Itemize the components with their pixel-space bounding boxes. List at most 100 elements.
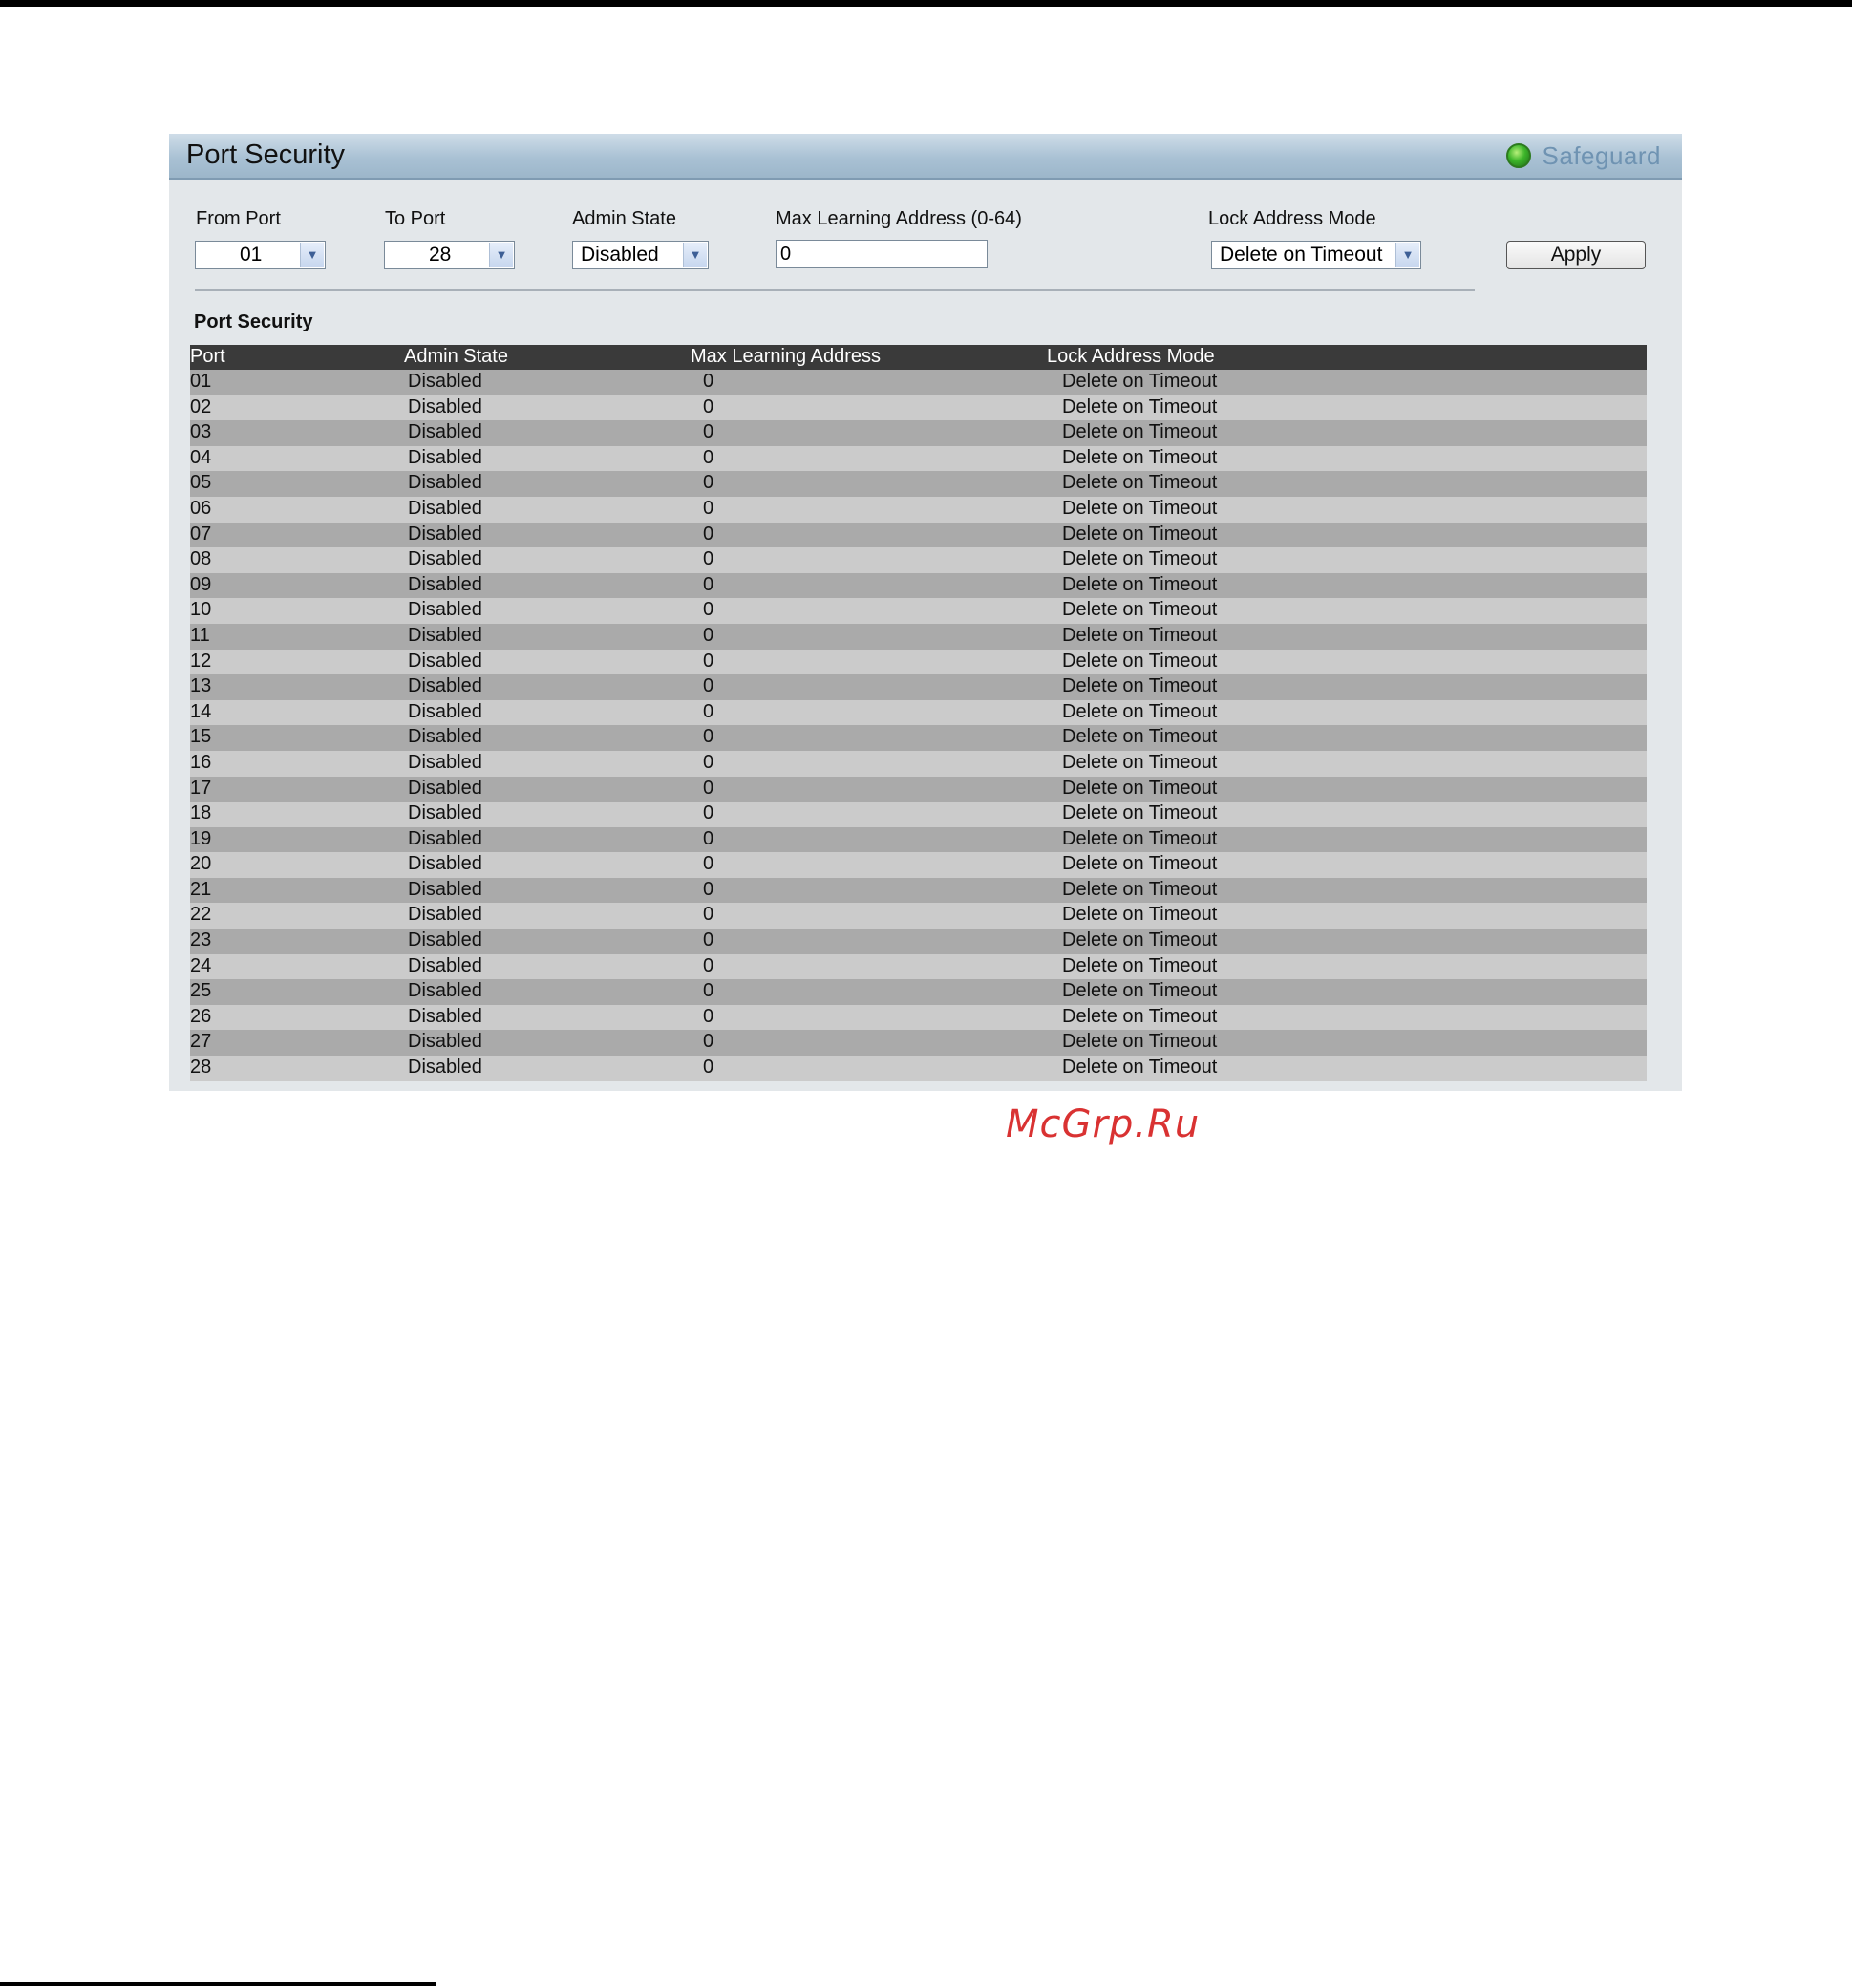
top-rule	[0, 0, 1852, 7]
cell-max-learning: 0	[703, 878, 714, 900]
cell-max-learning: 0	[703, 853, 714, 875]
cell-admin-state: Disabled	[408, 624, 482, 646]
cell-lock-mode: Delete on Timeout	[1062, 523, 1218, 545]
apply-button[interactable]: Apply	[1506, 241, 1646, 269]
chevron-down-icon[interactable]: ▼	[300, 243, 324, 267]
column-header-admin-state: Admin State	[404, 346, 508, 367]
lock-mode-value: Delete on Timeout	[1220, 244, 1383, 266]
cell-max-learning: 0	[703, 930, 714, 951]
cell-port: 06	[190, 497, 212, 519]
cell-max-learning: 0	[703, 421, 714, 443]
chevron-down-icon[interactable]: ▼	[683, 243, 707, 267]
cell-admin-state: Disabled	[408, 371, 482, 392]
cell-lock-mode: Delete on Timeout	[1062, 599, 1218, 621]
page-title: Port Security	[186, 139, 345, 170]
cell-lock-mode: Delete on Timeout	[1062, 700, 1218, 722]
max-learning-label: Max Learning Address (0-64)	[776, 208, 1022, 229]
max-learning-input[interactable]	[776, 240, 988, 268]
cell-max-learning: 0	[703, 650, 714, 672]
cell-max-learning: 0	[703, 904, 714, 926]
cell-max-learning: 0	[703, 980, 714, 1002]
cell-lock-mode: Delete on Timeout	[1062, 930, 1218, 951]
table-row: 04 Disabled 0 Delete on Timeout	[190, 445, 1647, 472]
table-row: 14 Disabled 0 Delete on Timeout	[190, 699, 1647, 726]
cell-max-learning: 0	[703, 548, 714, 570]
cell-admin-state: Disabled	[408, 599, 482, 621]
lock-mode-select[interactable]: Delete on Timeout ▼	[1211, 241, 1421, 269]
bottom-rule	[0, 1982, 436, 1986]
cell-lock-mode: Delete on Timeout	[1062, 853, 1218, 875]
cell-admin-state: Disabled	[408, 980, 482, 1002]
cell-lock-mode: Delete on Timeout	[1062, 802, 1218, 824]
cell-lock-mode: Delete on Timeout	[1062, 395, 1218, 417]
cell-port: 18	[190, 802, 212, 824]
cell-admin-state: Disabled	[408, 904, 482, 926]
cell-admin-state: Disabled	[408, 726, 482, 748]
table-row: 01 Disabled 0 Delete on Timeout	[190, 370, 1647, 395]
cell-lock-mode: Delete on Timeout	[1062, 675, 1218, 697]
cell-admin-state: Disabled	[408, 650, 482, 672]
cell-port: 26	[190, 1005, 212, 1027]
status-light-icon	[1505, 143, 1531, 168]
table-row: 13 Disabled 0 Delete on Timeout	[190, 674, 1647, 700]
table-row: 12 Disabled 0 Delete on Timeout	[190, 649, 1647, 675]
table-row: 05 Disabled 0 Delete on Timeout	[190, 471, 1647, 497]
cell-admin-state: Disabled	[408, 1057, 482, 1079]
cell-lock-mode: Delete on Timeout	[1062, 472, 1218, 494]
cell-port: 27	[190, 1031, 212, 1053]
cell-port: 07	[190, 523, 212, 545]
table-row: 15 Disabled 0 Delete on Timeout	[190, 725, 1647, 751]
cell-admin-state: Disabled	[408, 954, 482, 976]
table-row: 24 Disabled 0 Delete on Timeout	[190, 953, 1647, 980]
port-security-table: Port Admin State Max Learning Address Lo…	[190, 345, 1647, 1081]
section-title: Port Security	[194, 311, 313, 332]
cell-admin-state: Disabled	[408, 497, 482, 519]
table-row: 18 Disabled 0 Delete on Timeout	[190, 802, 1647, 827]
safeguard-label: Safeguard	[1542, 140, 1661, 170]
chevron-down-icon[interactable]: ▼	[489, 243, 513, 267]
cell-max-learning: 0	[703, 700, 714, 722]
cell-admin-state: Disabled	[408, 751, 482, 773]
cell-lock-mode: Delete on Timeout	[1062, 1031, 1218, 1053]
table-row: 03 Disabled 0 Delete on Timeout	[190, 420, 1647, 446]
to-port-select[interactable]: 28 ▼	[384, 241, 515, 269]
cell-lock-mode: Delete on Timeout	[1062, 573, 1218, 595]
cell-lock-mode: Delete on Timeout	[1062, 1057, 1218, 1079]
cell-lock-mode: Delete on Timeout	[1062, 1005, 1218, 1027]
cell-admin-state: Disabled	[408, 777, 482, 799]
to-port-value: 28	[429, 244, 452, 266]
panel-header: Port Security Safeguard	[169, 134, 1682, 180]
cell-max-learning: 0	[703, 446, 714, 468]
from-port-label: From Port	[196, 208, 281, 229]
table-row: 23 Disabled 0 Delete on Timeout	[190, 929, 1647, 954]
table-row: 26 Disabled 0 Delete on Timeout	[190, 1004, 1647, 1031]
cell-admin-state: Disabled	[408, 1031, 482, 1053]
cell-admin-state: Disabled	[408, 472, 482, 494]
cell-max-learning: 0	[703, 802, 714, 824]
cell-lock-mode: Delete on Timeout	[1062, 954, 1218, 976]
form-divider	[195, 289, 1475, 291]
cell-port: 01	[190, 371, 212, 392]
cell-admin-state: Disabled	[408, 675, 482, 697]
chevron-down-icon[interactable]: ▼	[1395, 243, 1419, 267]
admin-state-select[interactable]: Disabled ▼	[572, 241, 709, 269]
cell-admin-state: Disabled	[408, 446, 482, 468]
table-row: 19 Disabled 0 Delete on Timeout	[190, 826, 1647, 853]
cell-admin-state: Disabled	[408, 548, 482, 570]
cell-lock-mode: Delete on Timeout	[1062, 980, 1218, 1002]
cell-admin-state: Disabled	[408, 827, 482, 849]
cell-port: 25	[190, 980, 212, 1002]
table-row: 21 Disabled 0 Delete on Timeout	[190, 877, 1647, 904]
table-row: 08 Disabled 0 Delete on Timeout	[190, 547, 1647, 573]
cell-max-learning: 0	[703, 371, 714, 392]
cell-port: 24	[190, 954, 212, 976]
cell-admin-state: Disabled	[408, 930, 482, 951]
cell-max-learning: 0	[703, 954, 714, 976]
cell-admin-state: Disabled	[408, 700, 482, 722]
cell-port: 22	[190, 904, 212, 926]
safeguard-indicator: Safeguard	[1505, 140, 1661, 171]
from-port-select[interactable]: 01 ▼	[195, 241, 326, 269]
cell-lock-mode: Delete on Timeout	[1062, 827, 1218, 849]
cell-port: 28	[190, 1057, 212, 1079]
cell-max-learning: 0	[703, 472, 714, 494]
